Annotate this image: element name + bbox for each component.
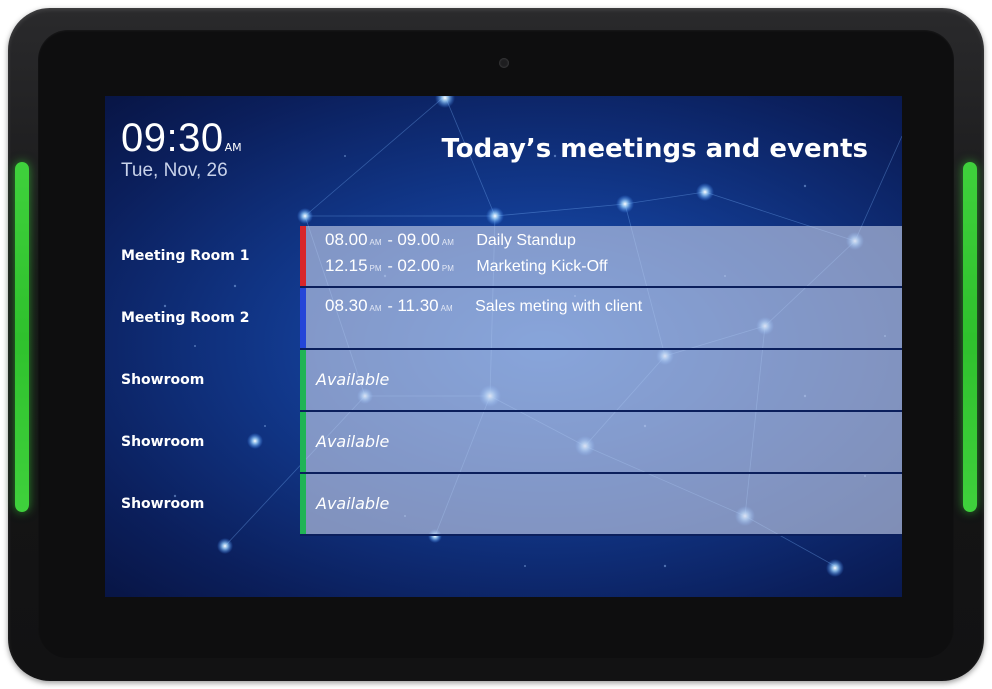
event-start: 08.30 bbox=[325, 296, 368, 315]
event-item[interactable]: 08.00 AM - 09.00 AM Daily Standup bbox=[325, 230, 576, 250]
room-name: Showroom bbox=[121, 434, 205, 450]
display-screen: 09:30AM Tue, Nov, 26 Today’s meetings an… bbox=[105, 96, 902, 597]
room-row-meeting-room-1[interactable]: Meeting Room 1 08.00 AM - 09.00 AM Daily St… bbox=[105, 226, 902, 288]
room-status-bar bbox=[300, 288, 306, 348]
event-start-ampm: PM bbox=[369, 264, 382, 273]
room-schedule-panel[interactable]: 08.00 AM - 09.00 AM Daily Standup 12.15 PM - … bbox=[300, 226, 902, 288]
room-schedule-panel[interactable]: Available bbox=[300, 350, 902, 412]
event-title: Marketing Kick-Off bbox=[476, 258, 608, 275]
clock-date: Tue, Nov, 26 bbox=[121, 160, 228, 181]
event-end-ampm: AM bbox=[440, 304, 453, 313]
room-name: Showroom bbox=[121, 372, 205, 388]
status-led-right bbox=[963, 162, 977, 512]
status-led-left bbox=[15, 162, 29, 512]
availability-label: Available bbox=[316, 370, 390, 389]
event-end-ampm: AM bbox=[441, 238, 454, 247]
room-row-meeting-room-2[interactable]: Meeting Room 2 08.30 AM - 11.30 AM Sales me… bbox=[105, 288, 902, 350]
room-schedule-panel[interactable]: 08.30 AM - 11.30 AM Sales meting with clien… bbox=[300, 288, 902, 350]
room-name: Meeting Room 2 bbox=[121, 310, 250, 326]
room-row-showroom[interactable]: Showroom Available bbox=[105, 474, 902, 536]
event-title: Sales meting with client bbox=[475, 298, 643, 315]
page-title: Today’s meetings and events bbox=[441, 134, 868, 164]
event-end: 02.00 bbox=[397, 256, 440, 275]
room-status-bar bbox=[300, 474, 306, 534]
event-start-ampm: AM bbox=[369, 238, 382, 247]
room-status-bar bbox=[300, 412, 306, 472]
room-status-bar bbox=[300, 226, 306, 286]
event-start-ampm: AM bbox=[369, 304, 382, 313]
clock-ampm: AM bbox=[224, 141, 242, 154]
clock-widget: 09:30AM Tue, Nov, 26 bbox=[121, 118, 242, 182]
availability-label: Available bbox=[316, 432, 390, 451]
event-end: 09.00 bbox=[397, 230, 440, 249]
event-end: 11.30 bbox=[397, 296, 439, 315]
event-item[interactable]: 12.15 PM - 02.00 PM Marketing Kick-Off bbox=[325, 256, 608, 276]
camera-icon bbox=[499, 58, 509, 68]
availability-label: Available bbox=[316, 494, 390, 513]
event-start: 08.00 bbox=[325, 230, 368, 249]
event-item[interactable]: 08.30 AM - 11.30 AM Sales meting with clien… bbox=[325, 296, 642, 316]
room-row-showroom[interactable]: Showroom Available bbox=[105, 412, 902, 474]
room-schedule-panel[interactable]: Available bbox=[300, 474, 902, 536]
room-name: Showroom bbox=[121, 496, 205, 512]
room-name: Meeting Room 1 bbox=[121, 248, 250, 264]
event-start: 12.15 bbox=[325, 256, 368, 275]
room-schedule-panel[interactable]: Available bbox=[300, 412, 902, 474]
room-row-showroom[interactable]: Showroom Available bbox=[105, 350, 902, 412]
room-status-bar bbox=[300, 350, 306, 410]
event-title: Daily Standup bbox=[476, 232, 576, 249]
event-end-ampm: PM bbox=[441, 264, 454, 273]
clock-time: 09:30 bbox=[121, 116, 224, 160]
